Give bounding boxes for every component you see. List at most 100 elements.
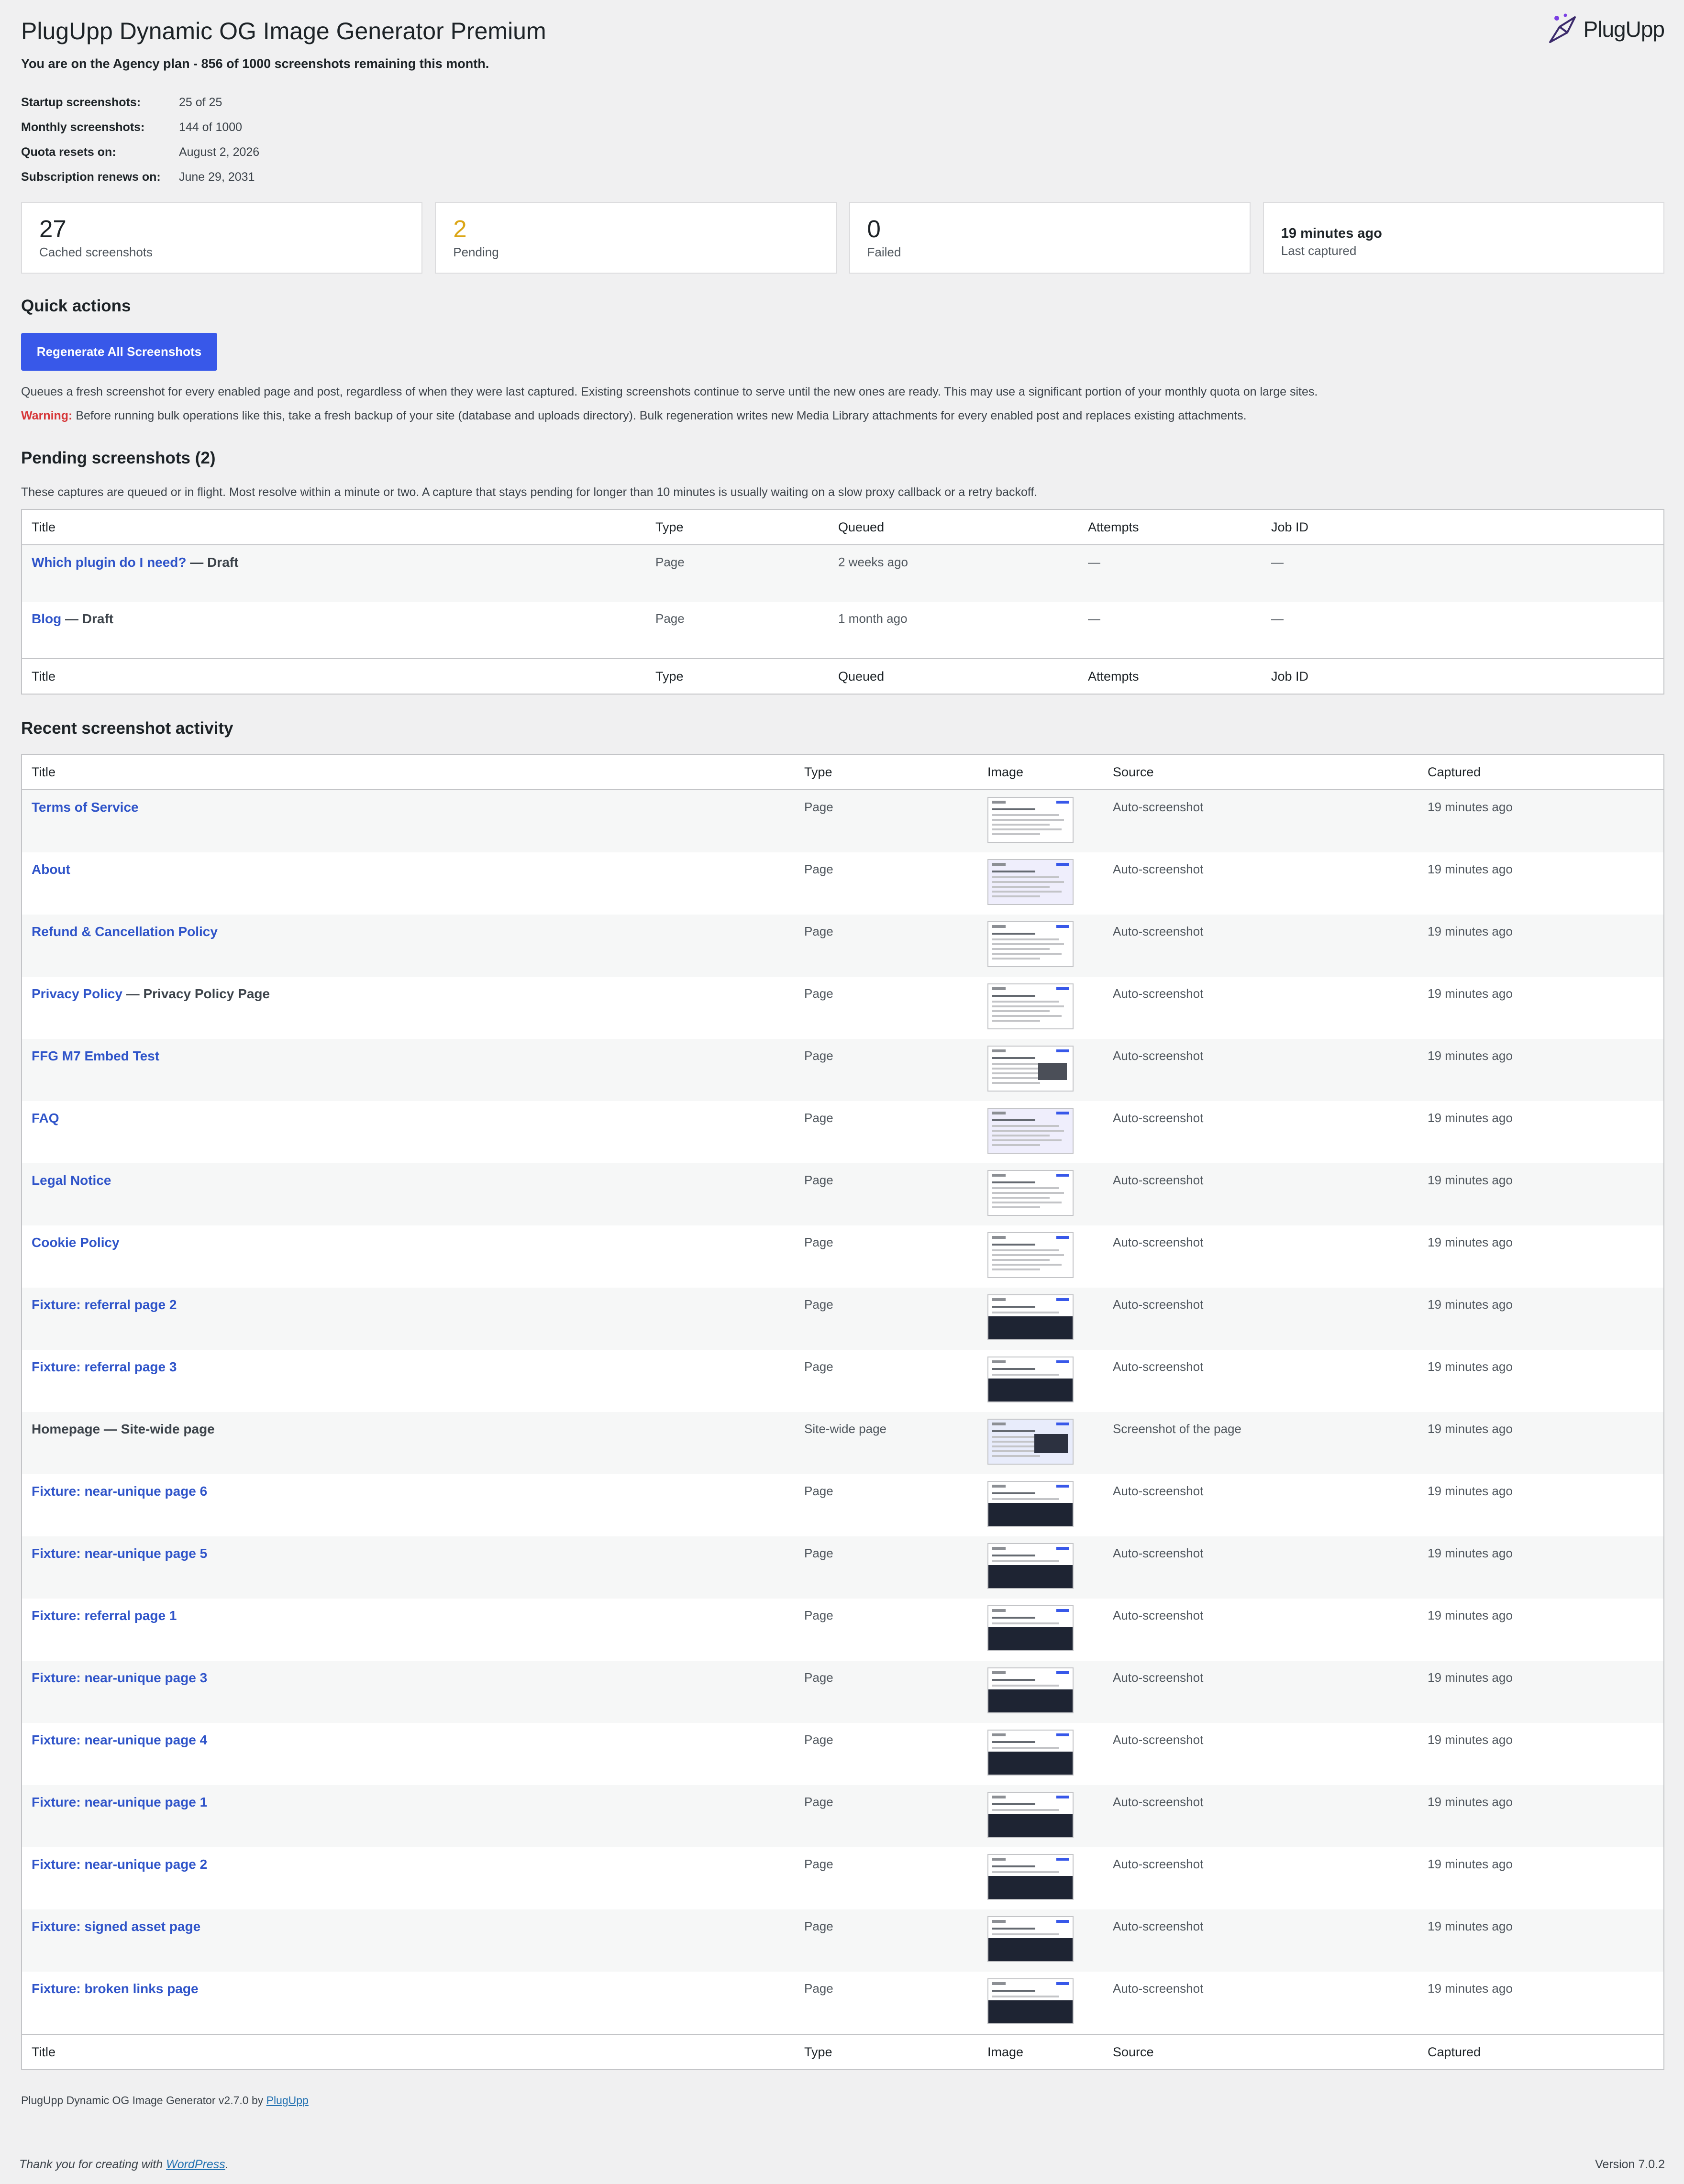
screenshot-thumbnail[interactable] <box>987 1419 1074 1465</box>
column-header[interactable]: Captured <box>1418 754 1664 790</box>
plugin-credit: PlugUpp Dynamic OG Image Generator v2.7.… <box>21 2094 309 2107</box>
column-footer[interactable]: Queued <box>829 658 1078 694</box>
row-title-link[interactable]: FFG M7 Embed Test <box>32 1048 159 1063</box>
table-row: Fixture: near-unique page 2 Page Auto-scre… <box>22 1847 1664 1909</box>
column-footer[interactable]: Source <box>1103 2034 1418 2070</box>
row-title-link[interactable]: Fixture: near-unique page 5 <box>32 1546 207 1561</box>
row-title-link[interactable]: Privacy Policy <box>32 986 122 1001</box>
screenshot-thumbnail[interactable] <box>987 1854 1074 1900</box>
row-title-link[interactable]: Fixture: referral page 2 <box>32 1297 177 1312</box>
row-captured: 19 minutes ago <box>1428 986 1513 1001</box>
row-captured: 19 minutes ago <box>1418 1909 1664 1972</box>
row-title-link[interactable]: Fixture: near-unique page 2 <box>32 1857 207 1872</box>
row-title-link[interactable]: Fixture: near-unique page 3 <box>32 1670 207 1685</box>
row-source: Auto-screenshot <box>1103 1661 1418 1723</box>
column-header[interactable]: Job ID <box>1262 509 1664 545</box>
screenshot-thumbnail[interactable] <box>987 1108 1074 1154</box>
column-header[interactable]: Source <box>1103 754 1418 790</box>
column-footer[interactable]: Type <box>795 2034 978 2070</box>
column-footer[interactable]: Image <box>978 2034 1103 2070</box>
pending-heading: Pending screenshots (2) <box>21 449 216 467</box>
table-row: Cookie Policy Page Auto-screenshot 19 minut… <box>22 1225 1664 1288</box>
row-captured: 19 minutes ago <box>1418 1661 1664 1723</box>
row-captured: 19 minutes ago <box>1428 1857 1513 1871</box>
row-title: Blog — Draft <box>22 602 646 659</box>
screenshot-thumbnail[interactable] <box>987 1916 1074 1962</box>
row-type: Page <box>804 1359 833 1374</box>
column-footer[interactable]: Type <box>646 658 829 694</box>
row-title-link[interactable]: Fixture: referral page 3 <box>32 1359 177 1374</box>
table-row: About Page Auto-screenshot 19 minutes ago <box>22 852 1664 915</box>
table-row: Fixture: signed asset page Page Auto-scree… <box>22 1909 1664 1972</box>
row-title-link[interactable]: Fixture: near-unique page 6 <box>32 1484 207 1499</box>
row-source: Auto-screenshot <box>1113 1857 1204 1871</box>
table-row: Fixture: broken links page Page Auto-scree… <box>22 1972 1664 2034</box>
table-row: Refund & Cancellation Policy Page Auto-scr… <box>22 915 1664 977</box>
row-title-link[interactable]: Which plugin do I need? <box>32 555 187 570</box>
row-captured: 19 minutes ago <box>1428 1732 1513 1747</box>
row-title-link[interactable]: Fixture: near-unique page 1 <box>32 1795 207 1809</box>
table-row: Homepage — Site-wide page Site-wide page S… <box>22 1412 1664 1474</box>
column-header[interactable]: Title <box>22 509 646 545</box>
row-source: Auto-screenshot <box>1103 1785 1418 1847</box>
row-image <box>978 1785 1103 1847</box>
row-title-link[interactable]: Refund & Cancellation Policy <box>32 924 218 939</box>
row-captured: 19 minutes ago <box>1418 1163 1664 1225</box>
row-title-link[interactable]: Legal Notice <box>32 1173 111 1188</box>
quick-actions-heading: Quick actions <box>21 297 131 315</box>
screenshot-thumbnail[interactable] <box>987 1978 1074 2024</box>
screenshot-thumbnail[interactable] <box>987 1792 1074 1838</box>
row-title-link[interactable]: Fixture: signed asset page <box>32 1919 200 1934</box>
screenshot-thumbnail[interactable] <box>987 859 1074 905</box>
row-title-link[interactable]: Terms of Service <box>32 800 139 815</box>
screenshot-thumbnail[interactable] <box>987 1605 1074 1651</box>
row-title: Fixture: near-unique page 1 <box>22 1785 795 1847</box>
row-title-link[interactable]: About <box>32 862 70 877</box>
screenshot-thumbnail[interactable] <box>987 1046 1074 1092</box>
screenshot-thumbnail[interactable] <box>987 1357 1074 1402</box>
screenshot-thumbnail[interactable] <box>987 1294 1074 1340</box>
column-header[interactable]: Attempts <box>1078 509 1262 545</box>
screenshot-thumbnail[interactable] <box>987 1667 1074 1713</box>
row-title-link[interactable]: Blog <box>32 611 61 626</box>
row-image <box>978 852 1103 915</box>
screenshot-thumbnail[interactable] <box>987 983 1074 1029</box>
row-image <box>978 1412 1103 1474</box>
column-header[interactable]: Queued <box>829 509 1078 545</box>
plugupp-logo: PlugUpp <box>1546 12 1665 46</box>
table-footer-row: Title Type Queued Attempts Job ID <box>22 658 1664 694</box>
column-footer[interactable]: Job ID <box>1262 658 1664 694</box>
row-title-link[interactable]: Fixture: referral page 1 <box>32 1608 177 1623</box>
column-footer[interactable]: Title <box>22 2034 795 2070</box>
screenshot-thumbnail[interactable] <box>987 1232 1074 1278</box>
table-row: Fixture: near-unique page 1 Page Auto-scre… <box>22 1785 1664 1847</box>
column-footer[interactable]: Captured <box>1418 2034 1664 2070</box>
row-title-link[interactable]: FAQ <box>32 1111 59 1125</box>
stat-label: Pending <box>453 245 499 259</box>
stat-card-pending: 2 Pending <box>435 202 837 274</box>
plugupp-link[interactable]: PlugUpp <box>266 2094 309 2107</box>
row-title-link[interactable]: Fixture: broken links page <box>32 1981 199 1996</box>
row-title-link[interactable]: Cookie Policy <box>32 1235 120 1250</box>
screenshot-thumbnail[interactable] <box>987 797 1074 843</box>
info-value: 144 of 1000 <box>179 121 243 134</box>
row-captured: 19 minutes ago <box>1418 1536 1664 1599</box>
column-footer[interactable]: Title <box>22 658 646 694</box>
column-header[interactable]: Type <box>646 509 829 545</box>
screenshot-thumbnail[interactable] <box>987 1730 1074 1776</box>
screenshot-thumbnail[interactable] <box>987 1170 1074 1216</box>
row-attempts: — <box>1078 545 1262 602</box>
regenerate-all-button[interactable]: Regenerate All Screenshots <box>21 333 217 371</box>
row-title: Fixture: referral page 1 <box>22 1599 795 1661</box>
row-title: Which plugin do I need? — Draft <box>22 545 646 602</box>
column-footer[interactable]: Attempts <box>1078 658 1262 694</box>
screenshot-thumbnail[interactable] <box>987 1481 1074 1527</box>
screenshot-thumbnail[interactable] <box>987 921 1074 967</box>
column-header[interactable]: Type <box>795 754 978 790</box>
wordpress-link[interactable]: WordPress <box>166 2158 225 2171</box>
screenshot-thumbnail[interactable] <box>987 1543 1074 1589</box>
column-header[interactable]: Title <box>22 754 795 790</box>
row-title: Homepage — Site-wide page <box>22 1412 795 1474</box>
column-header[interactable]: Image <box>978 754 1103 790</box>
row-title-link[interactable]: Fixture: near-unique page 4 <box>32 1732 207 1747</box>
